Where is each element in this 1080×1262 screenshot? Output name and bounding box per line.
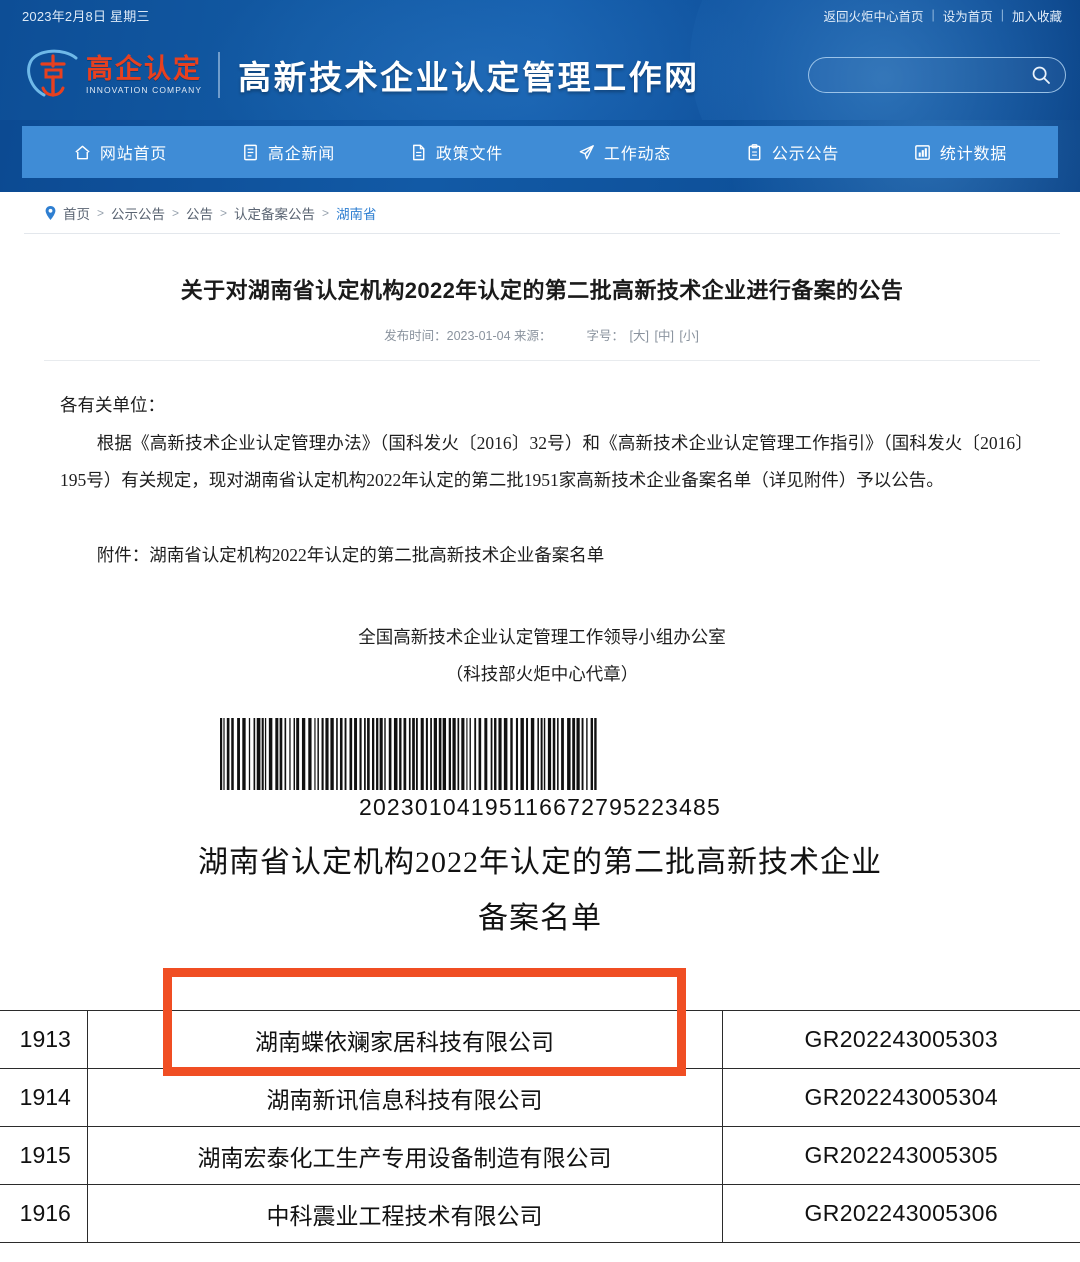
article-signature: 全国高新技术企业认定管理工作领导小组办公室 （科技部火炬中心代章） [24,567,1060,693]
barcode-number: 20230104195116672795223485 [358,794,722,821]
company-name-cell: 湖南蝶依斓家居科技有限公司 [86,1010,723,1070]
breadcrumb-arrow-2: > [172,205,180,220]
font-size-control: 字号： [大] [中] [小] [586,325,700,344]
header-quick-links: 返回火炬中心首页 | 设为首页 | 加入收藏 [823,6,1062,25]
nav-item-home[interactable]: 网站首页 [73,140,167,164]
clipboard-icon [745,143,764,162]
nav-item-work-updates[interactable]: 工作动态 [577,140,671,164]
breadcrumb-item-notice[interactable]: 公告 [186,203,213,223]
home-icon [73,143,92,162]
attachment-title: 湖南省认定机构2022年认定的第二批高新技术企业 备案名单 [0,835,1080,946]
attachment-title-line2: 备案名单 [478,901,602,935]
link-add-favorite[interactable]: 加入收藏 [1012,6,1062,25]
font-size-label: 字号： [586,329,625,343]
main-navigation: 网站首页 高企新闻 政策文件 工作动态 公示公告 统计数据 [22,126,1058,178]
font-size-small[interactable]: [小] [679,329,698,343]
news-icon [241,143,260,162]
site-logo[interactable]: 高企认定 INNOVATION COMPANY [24,48,202,102]
signature-organization: 全国高新技术企业认定管理工作领导小组办公室 [358,626,726,647]
table-row: 1913 湖南蝶依斓家居科技有限公司 GR202243005303 [0,1010,1080,1070]
article-card: 首页 > 公示公告 > 公告 > 认定备案公告 > 湖南省 关于对湖南省认定机构… [24,192,1060,693]
search-input[interactable] [825,67,1031,83]
breadcrumb-arrow-4: > [322,205,330,220]
company-name-cell: 湖南新讯信息科技有限公司 [86,1068,723,1128]
logo-text-block: 高企认定 INNOVATION COMPANY [86,53,203,96]
attachment-title-line1: 湖南省认定机构2022年认定的第二批高新技术企业 [198,846,882,880]
font-size-large[interactable]: [大] [630,329,649,343]
barcode-image [220,718,597,791]
breadcrumb-item-hunan[interactable]: 湖南省 [336,203,377,223]
company-table-area: 1913 湖南蝶依斓家居科技有限公司 GR202243005303 1914 湖南新讯信… [0,968,1080,1244]
nav-item-statistics[interactable]: 统计数据 [913,140,1007,164]
link-separator-1: | [931,8,935,22]
page-title: 关于对湖南省认定机构2022年认定的第二批高新技术企业进行备案的公告 [180,278,904,303]
company-code-cell: GR202243005306 [721,1184,1080,1244]
link-set-homepage[interactable]: 设为首页 [943,6,993,25]
nav-label-policy: 政策文件 [435,146,504,163]
logo-divider [218,52,221,98]
breadcrumb-arrow-3: > [220,205,228,220]
search-box[interactable] [808,57,1066,93]
font-size-medium[interactable]: [中] [654,329,673,343]
nav-label-news: 高企新闻 [267,146,336,163]
company-index-cell: 1916 [0,1184,88,1244]
site-header: 2023年2月8日 星期三 返回火炬中心首页 | 设为首页 | 加入收藏 高企认… [0,0,1080,120]
breadcrumb-item-announcements[interactable]: 公示公告 [111,203,165,223]
nav-label-work-updates: 工作动态 [603,146,672,163]
chart-icon [913,143,932,162]
article-attachment-line: 附件：湖南省认定机构2022年认定的第二批高新技术企业备案名单 [96,544,605,565]
article-salutation: 各有关单位： [60,395,165,415]
page-root: 2023年2月8日 星期三 返回火炬中心首页 | 设为首页 | 加入收藏 高企认… [0,0,1080,1262]
header-topbar: 2023年2月8日 星期三 返回火炬中心首页 | 设为首页 | 加入收藏 [0,0,1080,30]
article-paragraph-1: 根据《高新技术企业认定管理办法》（国科发火〔2016〕32号）和《高新技术企业认… [60,432,1024,491]
nav-label-statistics: 统计数据 [939,146,1008,163]
company-index-cell: 1913 [0,1010,88,1070]
table-row: 1915 湖南宏泰化工生产专用设备制造有限公司 GR202243005305 [0,1126,1080,1186]
breadcrumb-item-home[interactable]: 首页 [63,203,90,223]
table-row: 1916 中科震业工程技术有限公司 GR202243005306 [0,1184,1080,1244]
company-index-cell: 1914 [0,1068,88,1128]
nav-label-announcements: 公示公告 [771,146,840,163]
company-name-cell: 中科震业工程技术有限公司 [86,1184,723,1244]
article-body: 各有关单位： 根据《高新技术企业认定管理办法》（国科发火〔2016〕32号）和《… [24,361,1060,500]
paper-plane-icon [577,143,596,162]
company-code-cell: GR202243005303 [721,1010,1080,1070]
company-code-cell: GR202243005304 [721,1068,1080,1128]
logo-english-name: INNOVATION COMPANY [86,85,203,96]
article-content-area: 首页 > 公示公告 > 公告 > 认定备案公告 > 湖南省 关于对湖南省认定机构… [0,192,1080,693]
company-index-cell: 1915 [0,1126,88,1186]
breadcrumb: 首页 > 公示公告 > 公告 > 认定备案公告 > 湖南省 [24,192,1060,234]
nav-item-news[interactable]: 高企新闻 [241,140,335,164]
current-date: 2023年2月8日 星期三 [22,8,150,24]
nav-item-announcements[interactable]: 公示公告 [745,140,839,164]
table-row: 1914 湖南新讯信息科技有限公司 GR202243005304 [0,1068,1080,1128]
site-title: 高新技术企业认定管理工作网 [238,59,700,96]
logo-emblem-icon [24,48,82,102]
link-torch-center-home[interactable]: 返回火炬中心首页 [823,6,923,25]
breadcrumb-item-record-notice[interactable]: 认定备案公告 [234,203,315,223]
search-icon[interactable] [1031,65,1051,85]
company-listing-table: 1913 湖南蝶依斓家居科技有限公司 GR202243005303 1914 湖南新讯信… [0,1010,1080,1244]
signature-seal: （科技部火炬中心代章） [445,663,639,684]
header-main: 高企认定 INNOVATION COMPANY 高新技术企业认定管理工作网 [0,30,1080,120]
logo-chinese-name: 高企认定 [86,53,202,84]
company-code-cell: GR202243005305 [721,1126,1080,1186]
location-pin-icon [44,205,57,221]
nav-label-home: 网站首页 [99,146,168,163]
link-separator-2: | [1000,8,1004,22]
scanned-attachment: 20230104195116672795223485 湖南省认定机构2022年认… [0,692,1080,1244]
document-icon [409,143,428,162]
article-meta: 发布时间：2023-01-04 来源： 字号： [大] [中] [小] [44,307,1040,361]
breadcrumb-arrow-1: > [97,205,105,220]
publish-time: 发布时间：2023-01-04 来源： [384,329,552,343]
nav-outer: 网站首页 高企新闻 政策文件 工作动态 公示公告 统计数据 [0,120,1080,192]
company-name-cell: 湖南宏泰化工生产专用设备制造有限公司 [86,1126,723,1186]
nav-item-policy[interactable]: 政策文件 [409,140,503,164]
barcode-block: 20230104195116672795223485 [0,718,1080,821]
